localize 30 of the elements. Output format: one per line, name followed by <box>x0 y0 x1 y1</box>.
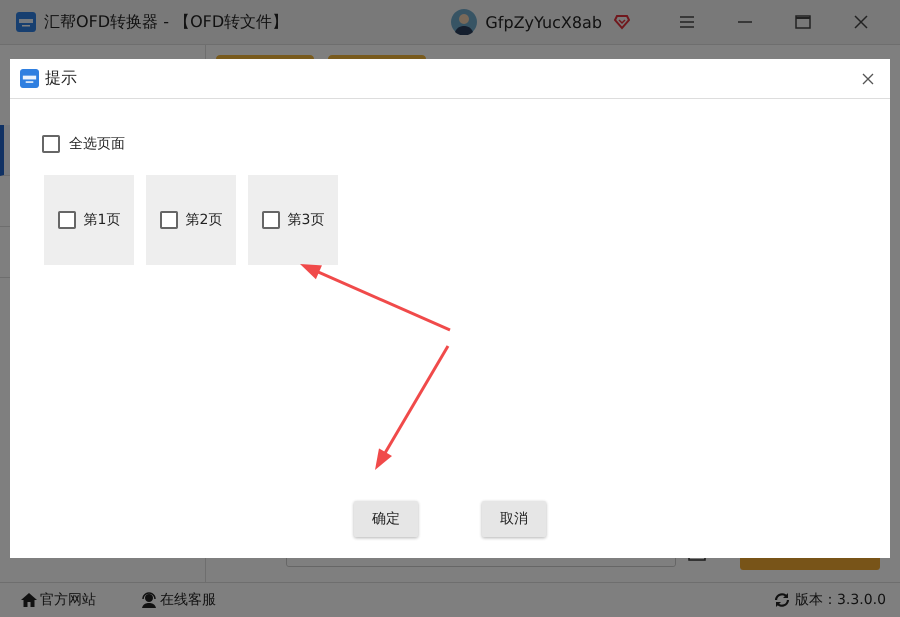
checkbox[interactable] <box>160 211 178 229</box>
refresh-icon[interactable] <box>773 591 792 609</box>
page-label: 第3页 <box>288 211 324 229</box>
app-logo-icon <box>16 12 36 32</box>
app-logo-icon <box>20 69 39 88</box>
avatar-icon <box>451 9 478 35</box>
maximize-icon[interactable] <box>795 14 811 30</box>
dialog-title: 提示 <box>45 68 77 89</box>
checkbox[interactable] <box>58 211 76 229</box>
page-label: 第1页 <box>84 211 120 229</box>
close-icon[interactable] <box>862 72 874 84</box>
close-icon[interactable] <box>853 14 869 30</box>
page-tile[interactable]: 第3页 <box>248 175 338 265</box>
cancel-button[interactable]: 取消 <box>482 501 546 537</box>
checkbox[interactable] <box>262 211 280 229</box>
version-text: 版本：3.3.0.0 <box>795 591 886 609</box>
page-tile[interactable]: 第1页 <box>44 175 134 265</box>
menu-icon[interactable] <box>679 14 695 30</box>
footer-link[interactable]: 在线客服 <box>160 591 216 609</box>
page-tile[interactable]: 第2页 <box>146 175 236 265</box>
footer-link[interactable]: 官方网站 <box>40 591 96 609</box>
checkbox-label: 全选页面 <box>69 135 125 153</box>
page-label: 第2页 <box>186 211 222 229</box>
user-name: GfpZyYucX8ab <box>485 12 602 32</box>
diamond-icon <box>614 14 630 30</box>
headset-icon <box>140 591 158 609</box>
home-icon <box>20 591 38 609</box>
confirm-button[interactable]: 确定 <box>354 501 418 537</box>
window-title: 汇帮OFD转换器 - 【OFD转文件】 <box>44 12 290 32</box>
checkbox[interactable] <box>42 135 60 153</box>
